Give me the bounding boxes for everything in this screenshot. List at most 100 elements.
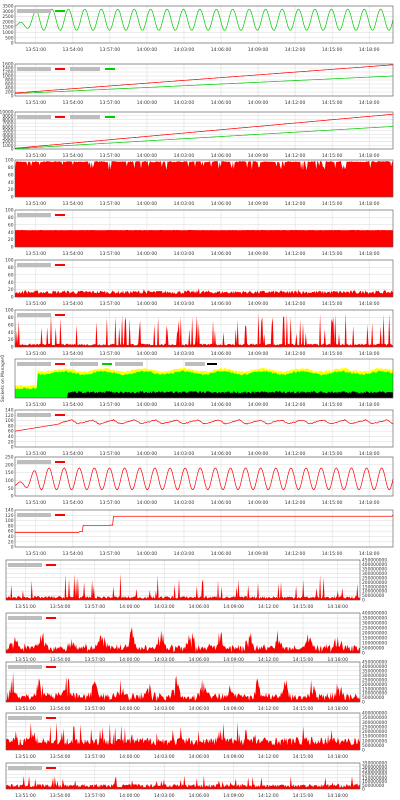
x-tick-label: 13:51:00 xyxy=(15,754,36,760)
x-tick-label: 14:12:00 xyxy=(258,754,279,760)
chart-svg-3: 13:51:00 13:54:00 13:57:00 14:00:00 14:03:00… xyxy=(0,110,394,159)
y-tick-label: 60 xyxy=(8,529,14,535)
x-tick-label: 13:54:00 xyxy=(63,301,84,307)
plot-area xyxy=(15,457,393,496)
y-tick-label: 100 xyxy=(5,208,14,214)
legend-label-bar xyxy=(17,115,51,119)
legend-label-bar xyxy=(8,563,42,567)
x-tick-label: 14:15:00 xyxy=(293,754,314,760)
chart-panel-1: 13:51:00 13:54:00 13:57:00 14:00:00 14:03:00… xyxy=(0,4,400,54)
chart-panel-14: 13:51:00 13:54:00 13:57:00 14:00:00 14:03:00… xyxy=(0,660,400,713)
x-tick-label: 13:54:00 xyxy=(50,793,71,799)
y-tick-label: 40 xyxy=(8,330,14,336)
plot-area xyxy=(6,560,360,600)
chart-svg-8: 13:51:00 13:54:00 13:57:00 14:00:00 14:03:00… xyxy=(0,355,394,408)
x-tick-label: 14:06:00 xyxy=(211,251,232,257)
x-tick-label: 14:12:00 xyxy=(258,793,279,799)
y-tick-label: 20 xyxy=(8,439,14,445)
plot-area xyxy=(15,260,393,297)
y-tick-label: 450000000 xyxy=(362,660,387,666)
x-tick-label: 14:03:00 xyxy=(154,793,175,799)
series-red-1 xyxy=(15,161,393,197)
y-tick-label: 0 xyxy=(11,345,14,351)
y-axis-label: Sockets on Manager0 xyxy=(0,355,6,402)
x-tick-label: 14:18:00 xyxy=(327,754,348,760)
series-red-1 xyxy=(15,230,393,247)
legend-swatch xyxy=(55,314,65,316)
x-tick-label: 13:54:00 xyxy=(63,100,84,106)
x-tick-label: 13:54:00 xyxy=(63,500,84,506)
x-tick-label: 14:12:00 xyxy=(285,47,306,53)
chart-panel-13: 13:51:00 13:54:00 13:57:00 14:00:00 14:03:00… xyxy=(0,611,400,664)
y-tick-label: 2000 xyxy=(2,19,13,25)
plot-area xyxy=(15,310,393,347)
x-tick-label: 13:51:00 xyxy=(25,301,46,307)
x-tick-label: 14:09:00 xyxy=(248,301,269,307)
x-tick-label: 14:03:00 xyxy=(154,754,175,760)
plot-area xyxy=(15,510,393,547)
y-tick-label: 80 xyxy=(8,423,14,429)
x-tick-label: 14:03:00 xyxy=(154,604,175,610)
x-tick-label: 14:09:00 xyxy=(223,604,244,610)
y-tick-label: 40 xyxy=(8,434,14,440)
chart-panel-4: 13:51:00 13:54:00 13:57:00 14:00:00 14:03:00… xyxy=(0,158,400,208)
chart-panel-15: 13:51:00 13:54:00 13:57:00 14:00:00 14:03:00… xyxy=(0,711,400,761)
x-tick-label: 14:12:00 xyxy=(285,500,306,506)
legend-label-bar xyxy=(17,9,51,13)
y-tick-label: 150 xyxy=(5,470,14,476)
x-tick-label: 14:15:00 xyxy=(293,604,314,610)
y-tick-label: 40 xyxy=(8,230,14,236)
x-tick-label: 14:00:00 xyxy=(137,47,158,53)
chart-panel-10: 13:51:00 13:54:00 13:57:00 14:00:00 14:03:00… xyxy=(0,455,400,507)
legend-swatch xyxy=(55,414,65,416)
chart-svg-1: 13:51:00 13:54:00 13:57:00 14:00:00 14:03:00… xyxy=(2,4,394,53)
x-tick-label: 14:09:00 xyxy=(248,47,269,53)
x-tick-label: 14:06:00 xyxy=(211,100,232,106)
legend-swatch xyxy=(55,214,65,216)
legend-swatch xyxy=(46,666,56,668)
chart-panel-12: 13:51:00 13:54:00 13:57:00 14:00:00 14:03:00… xyxy=(0,558,400,611)
x-tick-label: 14:06:00 xyxy=(211,551,232,557)
x-tick-label: 14:09:00 xyxy=(248,100,269,106)
y-tick-label: 0 xyxy=(11,545,14,551)
y-tick-label: 400000000 xyxy=(362,611,387,617)
x-tick-label: 14:09:00 xyxy=(223,793,244,799)
legend-label-bar xyxy=(8,665,42,669)
chart-svg-9: 13:51:00 13:54:00 13:57:00 14:00:00 14:03:00… xyxy=(5,408,394,457)
x-tick-label: 14:18:00 xyxy=(359,301,380,307)
y-tick-label: 0 xyxy=(11,195,14,201)
legend-label-bar xyxy=(185,362,205,366)
x-tick-label: 14:09:00 xyxy=(248,201,269,207)
y-tick-label: 80 xyxy=(8,315,14,321)
legend-swatch xyxy=(46,617,56,619)
y-tick-label: 350000000 xyxy=(362,761,387,767)
y-tick-label: 80 xyxy=(8,265,14,271)
legend-swatch xyxy=(46,564,56,566)
x-tick-label: 14:00:00 xyxy=(137,500,158,506)
chart-panel-16: 13:51:00 13:54:00 13:57:00 14:00:00 14:03:00… xyxy=(0,761,400,800)
y-tick-label: 500 xyxy=(5,35,14,41)
y-tick-label: 100 xyxy=(5,418,14,424)
x-tick-label: 14:15:00 xyxy=(322,201,343,207)
y-tick-label: 60 xyxy=(8,222,14,228)
y-tick-label: 1500 xyxy=(2,25,13,31)
x-tick-label: 14:00:00 xyxy=(137,100,158,106)
y-tick-label: 60 xyxy=(8,322,14,328)
x-tick-label: 14:18:00 xyxy=(359,551,380,557)
x-tick-label: 13:57:00 xyxy=(100,100,121,106)
legend-swatch xyxy=(105,116,115,118)
x-tick-label: 14:18:00 xyxy=(359,201,380,207)
legend-swatch xyxy=(46,717,56,719)
y-tick-label: 140 xyxy=(5,508,14,514)
y-tick-label: 0 xyxy=(11,445,14,451)
x-tick-label: 13:57:00 xyxy=(100,251,121,257)
chart-panel-6: 13:51:00 13:54:00 13:57:00 14:00:00 14:03:00… xyxy=(0,258,400,308)
x-tick-label: 14:15:00 xyxy=(322,500,343,506)
chart-panel-3: 13:51:00 13:54:00 13:57:00 14:00:00 14:03:00… xyxy=(0,110,400,160)
x-tick-label: 14:15:00 xyxy=(322,100,343,106)
legend-label-bar xyxy=(17,413,51,417)
chart-svg-12: 13:51:00 13:54:00 13:57:00 14:00:00 14:03:00… xyxy=(5,558,387,610)
y-tick-label: 20 xyxy=(8,187,14,193)
legend-swatch xyxy=(55,514,65,516)
legend-swatch xyxy=(105,68,115,70)
